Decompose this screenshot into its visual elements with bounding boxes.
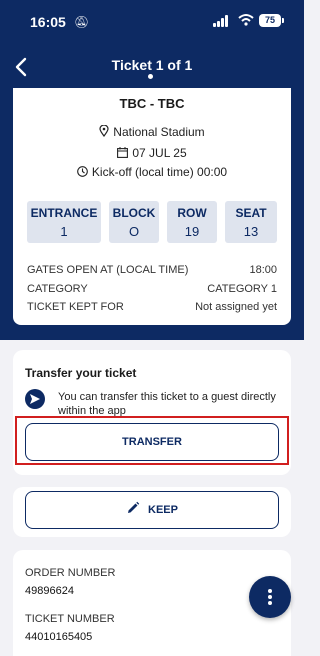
status-time: 16:05 [30,14,66,30]
ticket-number-label: TICKET NUMBER [25,613,115,625]
box-value: O [128,224,140,239]
seat-box: SEAT 13 [225,201,277,243]
more-options-button[interactable] [249,576,291,618]
detail-value: 18:00 [249,264,277,276]
keep-card: KEEP [13,487,291,537]
transfer-description: You can transfer this ticket to a guest … [58,391,276,417]
calendar-icon [117,147,129,161]
kickoff-line: Kick-off (local time) 00:00 [13,165,291,180]
detail-key: GATES OPEN AT (LOCAL TIME) [27,264,189,276]
detail-key: CATEGORY [27,283,88,295]
date-text: 07 JUL 25 [132,146,187,160]
order-number-value: 49896624 [25,585,74,597]
box-label: SEAT [235,206,267,220]
seat-info: ENTRANCE 1 BLOCK O ROW 19 SEAT 13 [27,201,277,243]
ticket-number-value: 44010165405 [25,631,93,643]
status-bar: 16:05 🔕︎ 75 [0,0,304,44]
box-label: BLOCK [112,206,156,220]
box-value: 19 [184,224,200,239]
venue-text: National Stadium [113,125,205,139]
entrance-box: ENTRANCE 1 [27,201,101,243]
order-number-label: ORDER NUMBER [25,567,116,579]
battery-icon: 75 [259,14,284,27]
box-value: 1 [60,224,68,239]
signal-icon [213,15,231,27]
clock-icon [77,166,88,180]
detail-value: Not assigned yet [195,301,277,313]
venue-line: National Stadium [13,124,291,140]
send-icon [25,389,45,409]
box-value: 13 [243,224,259,239]
keep-label: KEEP [148,504,178,516]
detail-key: TICKET KEPT FOR [27,301,124,313]
date-line: 07 JUL 25 [13,146,291,161]
ticket-card: TBC - TBC National Stadium 07 JUL 25 Kic… [13,88,291,325]
box-label: ROW [177,206,207,220]
wifi-icon [238,14,254,26]
nav-bar: Ticket 1 of 1 [0,50,304,90]
transfer-highlight-box [15,416,289,465]
row-box: ROW 19 [167,201,217,243]
match-title: TBC - TBC [119,96,185,111]
location-pin-icon [99,124,109,140]
block-box: BLOCK O [109,201,159,243]
box-label: ENTRANCE [30,206,98,220]
more-vertical-icon [268,589,272,593]
page-title: Ticket 1 of 1 [111,57,193,73]
keep-button[interactable]: KEEP [25,491,279,529]
pencil-icon [126,494,140,530]
transfer-title: Transfer your ticket [25,366,137,380]
detail-value: CATEGORY 1 [207,283,277,295]
page-indicator-dot [148,74,153,79]
bell-muted-icon: 🔕︎ [74,15,90,29]
kickoff-text: Kick-off (local time) 00:00 [91,165,228,179]
